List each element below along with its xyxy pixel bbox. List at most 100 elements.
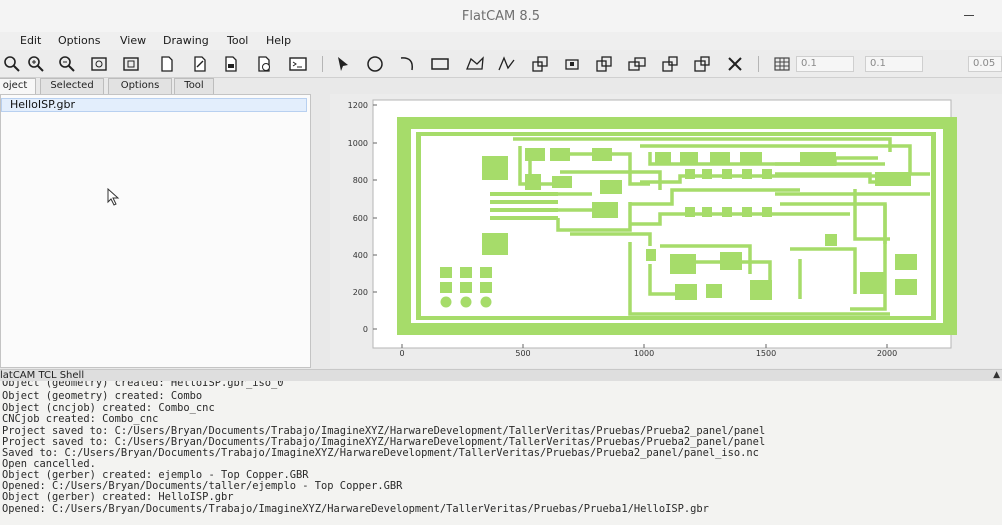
snap-x-input[interactable]: 0.1 [796,56,854,72]
y-tick-label: 0 [363,325,368,334]
replot-icon[interactable] [121,54,141,74]
pad [742,169,752,179]
grid-snap-icon[interactable] [772,54,792,74]
circle-icon[interactable] [365,54,385,74]
trace [490,208,558,212]
pad [592,148,612,161]
pad [710,152,730,164]
tab-tool[interactable]: Tool [174,78,214,94]
arc-icon[interactable] [398,54,418,74]
zoom-out-icon[interactable] [57,54,77,74]
tab-selected[interactable]: Selected [40,78,104,94]
y-tick-label: 400 [353,251,368,260]
menu-help[interactable]: Help [266,34,291,47]
union-icon[interactable] [594,54,614,74]
pad [702,169,712,179]
minimize-button[interactable] [900,4,974,28]
pad [720,252,742,270]
update-geometry-icon[interactable] [221,54,241,74]
pad [685,207,695,217]
pad [460,267,472,278]
plot-axes-frame [372,99,952,349]
zoom-in-icon[interactable] [26,54,46,74]
pad [740,152,762,165]
x-tick-label: 500 [515,349,530,358]
dock-float-icon[interactable]: ▲ [993,370,1000,381]
rectangle-icon[interactable] [430,54,450,74]
y-tick-label: 800 [353,176,368,185]
path-icon[interactable] [497,54,517,74]
pad [592,202,618,218]
cut-icon[interactable] [725,54,745,74]
menu-tool[interactable]: Tool [227,34,248,47]
x-tick-label: 1000 [634,349,654,358]
pad [706,284,722,298]
pad [680,152,698,165]
pad [762,169,772,179]
zoom-fit-icon[interactable] [2,54,22,74]
project-item-gerber[interactable]: HelloISP.gbr [1,98,307,112]
shell-title: latCAM TCL Shell [0,370,85,381]
move-icon[interactable] [530,54,550,74]
pad [482,156,508,180]
shell-icon[interactable] [288,54,308,74]
new-geometry-icon[interactable] [157,54,177,74]
window-title: FlatCAM 8.5 [461,9,541,24]
x-tick-label: 1500 [756,349,776,358]
pad [670,254,696,274]
menu-view[interactable]: View [120,34,146,47]
plot-canvas[interactable]: 1200 1000 800 600 400 200 0 0 500 1000 1500 2000 [330,94,1002,368]
polygon-icon[interactable] [465,54,485,74]
pad [480,296,492,308]
menu-drawing[interactable]: Drawing [163,34,209,47]
pad [600,180,622,194]
pad [895,279,917,295]
select-icon[interactable] [333,54,353,74]
shell-line: Opened: C:/Users/Bryan/Documents/Trabajo… [2,503,709,515]
y-tick-label: 1200 [348,101,368,110]
pad [482,233,508,255]
edit-geometry-icon[interactable] [190,54,210,74]
menu-edit[interactable]: Edit [20,34,41,47]
pad [440,267,452,278]
pad [460,282,472,293]
trace [490,192,558,196]
pad [646,249,656,261]
menu-bar: Edit Options View Drawing Tool Help [0,32,1002,50]
shell-line: CNCjob created: Combo_cnc [2,413,159,425]
x-tick-label: 0 [399,349,404,358]
trace [490,216,558,220]
y-tick-label: 200 [353,288,368,297]
pad [525,174,541,190]
copy-icon[interactable] [562,54,582,74]
buffer-icon[interactable] [692,54,712,74]
pad [440,282,452,293]
y-tick-label: 600 [353,214,368,223]
y-tick-label: 1000 [348,139,368,148]
delete-icon[interactable] [254,54,274,74]
pad [762,207,772,217]
intersection-icon[interactable] [627,54,647,74]
pad [655,152,671,165]
pad [460,296,472,308]
pad [750,280,772,300]
shell-line: Saved to: C:/Users/Bryan/Documents/Traba… [2,447,759,459]
snap-max-input[interactable]: 0.05 [968,56,1002,72]
pad [480,282,492,293]
pad [800,152,836,166]
subtraction-icon[interactable] [660,54,680,74]
pad [675,284,697,300]
snap-y-input[interactable]: 0.1 [865,56,923,72]
clear-plot-icon[interactable] [89,54,109,74]
tab-project[interactable]: oject [0,78,36,94]
pad [525,148,545,161]
menu-options[interactable]: Options [58,34,100,47]
tcl-shell-output[interactable]: Object (geometry) created: HelloISP.gbr_… [0,381,1002,525]
shell-line: Object (geometry) created: Combo [2,390,203,402]
shell-dock-title: latCAM TCL Shell ▲ [0,369,1002,381]
shell-line: Object (geometry) created: HelloISP.gbr_… [2,381,284,389]
project-panel: HelloISP.gbr [0,94,311,368]
tab-options[interactable]: Options [108,78,172,94]
pad [685,169,695,179]
trace [490,200,558,204]
